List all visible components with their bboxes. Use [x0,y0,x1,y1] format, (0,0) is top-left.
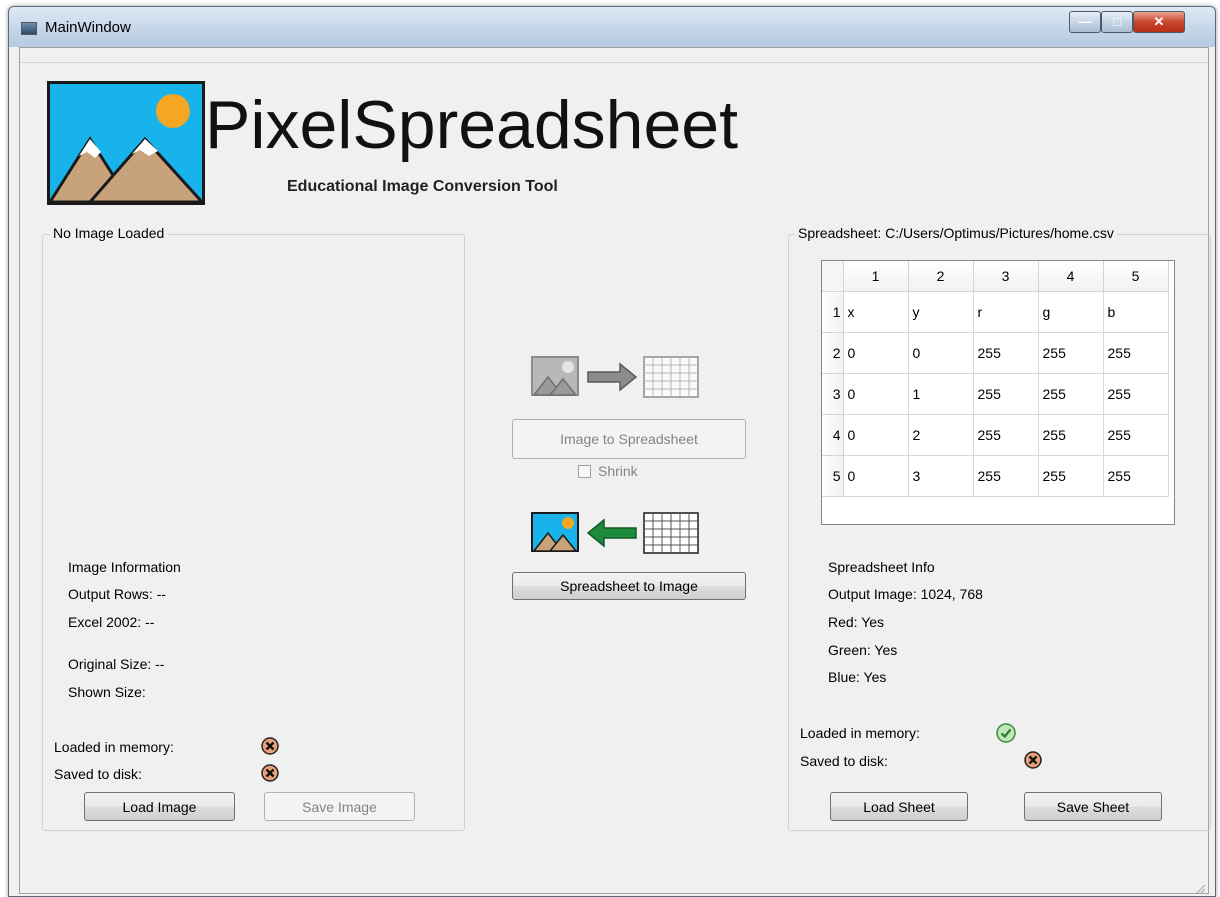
table-row: 5 0 3 255 255 255 [822,455,1169,497]
spreadsheet-table[interactable]: 1 2 3 4 5 1 x y r g b 2 0 0 255 255 255 … [821,260,1175,525]
sheet-saved-label: Saved to disk: [800,753,888,769]
client-area: PixelSpreadsheet Educational Image Conve… [19,47,1211,894]
excel-2002-label: Excel 2002: -- [68,614,155,630]
save-image-button[interactable]: Save Image [264,792,415,821]
resize-grip-icon[interactable] [1196,881,1206,894]
table-cell[interactable]: 255 [1038,373,1104,415]
maximize-icon: □ [1113,14,1121,29]
table-row: 1 x y r g b [822,291,1169,333]
sheet-info-heading: Spreadsheet Info [828,559,935,575]
spreadsheet-group-title: Spreadsheet: C:/Users/Optimus/Pictures/h… [795,225,1117,241]
blue-label: Blue: Yes [828,669,887,685]
table-cell[interactable]: 3 [908,455,974,497]
minimize-button[interactable]: — [1069,11,1101,33]
table-cell[interactable]: 255 [973,332,1039,374]
table-row: 3 0 1 255 255 255 [822,373,1169,415]
row-header[interactable]: 5 [822,455,844,497]
table-cell[interactable]: y [908,291,974,333]
table-cell[interactable]: 255 [1103,332,1169,374]
image-info-heading: Image Information [68,559,181,575]
table-cell[interactable]: b [1103,291,1169,333]
menu-divider [20,62,1208,63]
table-cell[interactable]: 255 [973,455,1039,497]
column-header[interactable]: 3 [973,261,1039,292]
table-cell[interactable]: 255 [1038,414,1104,456]
original-size-label: Original Size: -- [68,656,165,672]
grid-to-image-icon [530,511,708,555]
table-cell[interactable]: 255 [1103,455,1169,497]
column-header[interactable]: 4 [1038,261,1104,292]
image-saved-label: Saved to disk: [54,766,142,782]
table-cell[interactable]: 2 [908,414,974,456]
table-corner[interactable] [822,261,844,292]
minimize-icon: — [1078,14,1092,29]
table-cell[interactable]: x [843,291,909,333]
table-row: 4 0 2 255 255 255 [822,414,1169,456]
app-title: PixelSpreadsheet [205,87,739,163]
spreadsheet-to-image-button[interactable]: Spreadsheet to Image [512,572,746,600]
table-cell[interactable]: 255 [1103,414,1169,456]
table-cell[interactable]: 0 [843,332,909,374]
shrink-label: Shrink [598,463,638,479]
sheet-loaded-label: Loaded in memory: [800,725,920,741]
row-header[interactable]: 2 [822,332,844,374]
table-cell[interactable]: g [1038,291,1104,333]
image-to-grid-icon [530,355,708,399]
table-cell[interactable]: r [973,291,1039,333]
load-image-button[interactable]: Load Image [84,792,235,821]
title-bar[interactable]: MainWindow — □ ✕ [9,7,1215,47]
close-icon: ✕ [1153,14,1165,29]
table-cell[interactable]: 255 [973,414,1039,456]
image-to-spreadsheet-button[interactable]: Image to Spreadsheet [512,419,746,459]
image-group-title: No Image Loaded [50,225,168,241]
output-rows-label: Output Rows: -- [68,586,167,602]
table-cell[interactable]: 0 [843,455,909,497]
column-header[interactable]: 1 [843,261,909,292]
green-label: Green: Yes [828,642,898,658]
table-row: 2 0 0 255 255 255 [822,332,1169,374]
image-loaded-x-icon [261,737,279,755]
logo-image-icon [47,81,205,205]
close-button[interactable]: ✕ [1133,11,1185,33]
save-sheet-button[interactable]: Save Sheet [1024,792,1162,821]
table-cell[interactable]: 255 [973,373,1039,415]
table-cell[interactable]: 255 [1038,332,1104,374]
image-loaded-label: Loaded in memory: [54,739,174,755]
red-label: Red: Yes [828,614,885,630]
column-header[interactable]: 2 [908,261,974,292]
column-header[interactable]: 5 [1103,261,1169,292]
window-app-icon [21,22,37,35]
row-header[interactable]: 1 [822,291,844,333]
row-header[interactable]: 3 [822,373,844,415]
shown-size-label: Shown Size: [68,684,146,700]
row-header[interactable]: 4 [822,414,844,456]
image-saved-x-icon [261,764,279,782]
window-title: MainWindow [45,19,131,36]
table-cell[interactable]: 255 [1038,455,1104,497]
table-cell[interactable]: 0 [908,332,974,374]
app-subtitle: Educational Image Conversion Tool [287,178,558,195]
table-cell[interactable]: 1 [908,373,974,415]
output-image-label: Output Image: 1024, 768 [828,586,983,602]
main-window: MainWindow — □ ✕ PixelSpreadsheet Educat… [8,6,1216,897]
table-cell[interactable]: 0 [843,414,909,456]
table-cell[interactable]: 0 [843,373,909,415]
sheet-loaded-check-icon [996,723,1016,743]
table-cell[interactable]: 255 [1103,373,1169,415]
load-sheet-button[interactable]: Load Sheet [830,792,968,821]
maximize-button[interactable]: □ [1101,11,1133,33]
sheet-saved-x-icon [1024,751,1042,769]
shrink-checkbox[interactable] [578,465,591,478]
